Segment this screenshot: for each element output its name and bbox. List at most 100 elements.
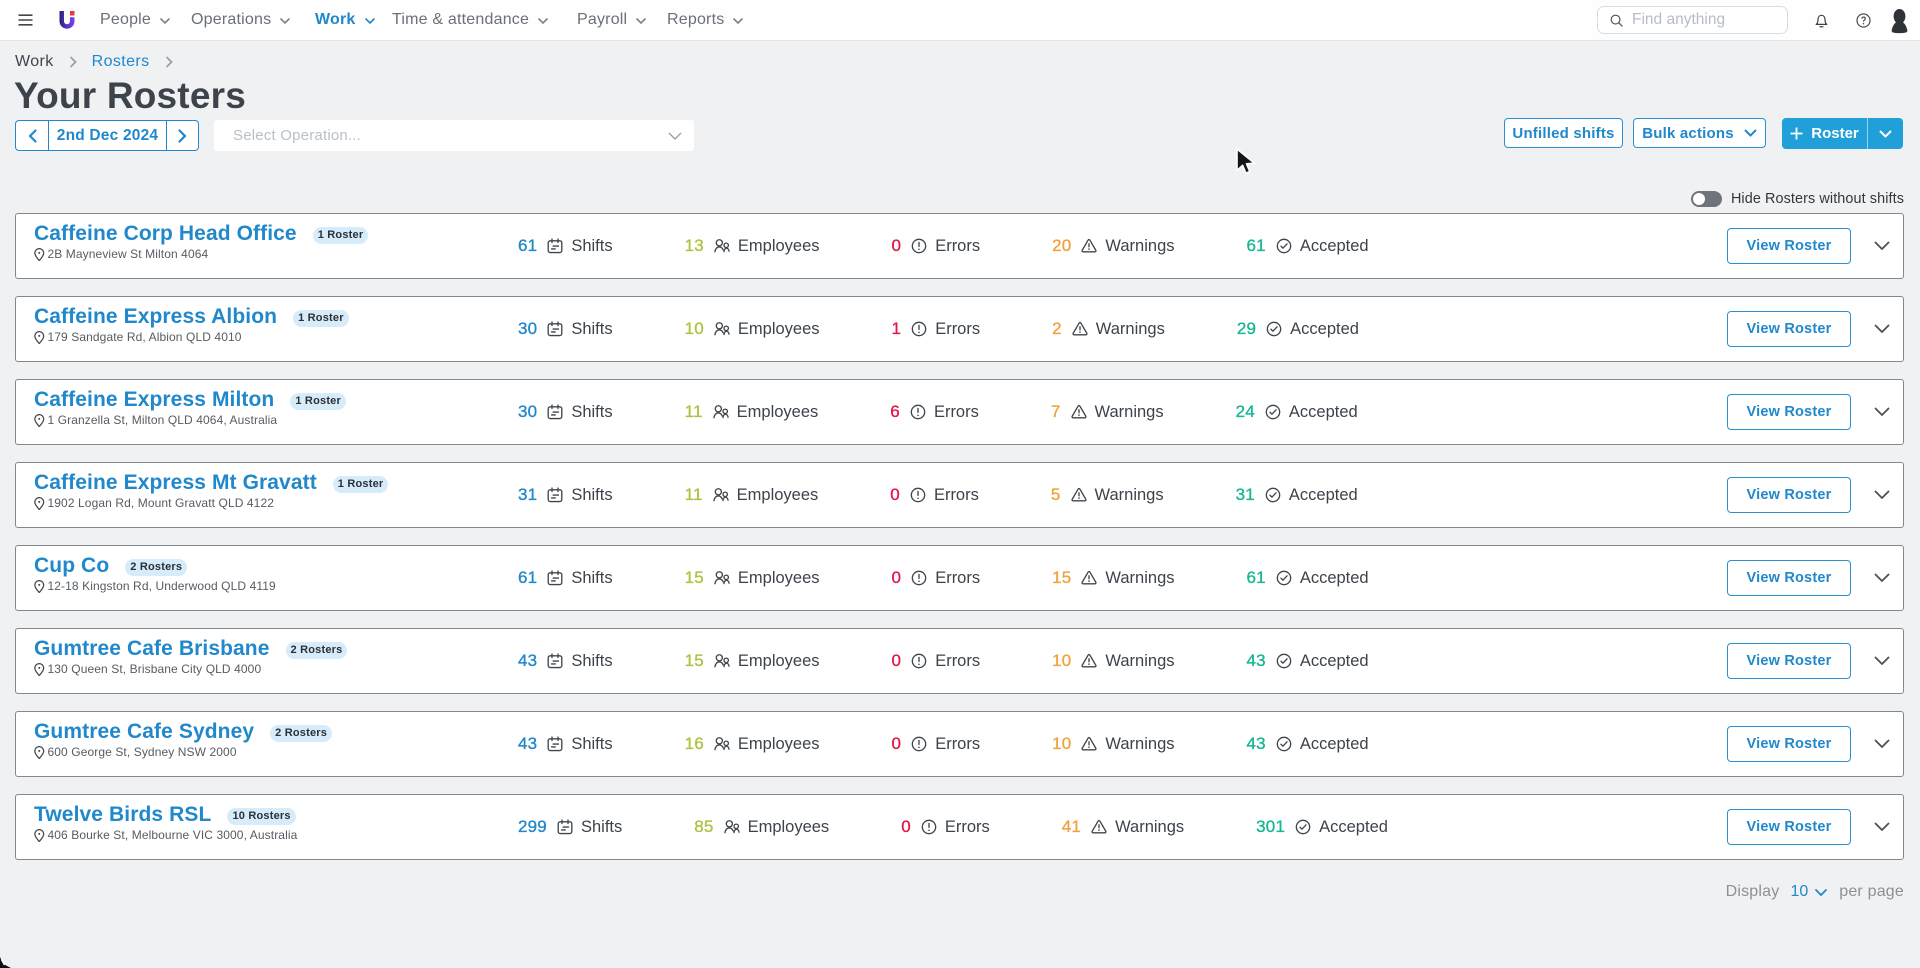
hide-rosters-toggle-label: Hide Rosters without shifts xyxy=(1731,191,1904,207)
card-expand-chevron-icon[interactable] xyxy=(1874,324,1890,334)
date-next-button[interactable] xyxy=(166,121,198,150)
nav-item-reports[interactable]: Reports xyxy=(667,0,743,40)
date-prev-button[interactable] xyxy=(16,121,49,150)
view-roster-button[interactable]: View Roster xyxy=(1727,228,1851,264)
nav-item-label: Operations xyxy=(191,11,271,29)
view-roster-button[interactable]: View Roster xyxy=(1727,643,1851,679)
errors-icon-box xyxy=(921,819,937,835)
stat-warnings: 41 Warnings xyxy=(1062,817,1184,837)
mouse-cursor xyxy=(1235,148,1256,177)
add-roster-button[interactable]: Roster xyxy=(1782,118,1868,149)
roster-card: Caffeine Express Milton 1 Roster 1 Granz… xyxy=(15,379,1904,445)
roster-name-link[interactable]: Caffeine Express Albion xyxy=(34,305,277,329)
accepted-icon-box xyxy=(1295,819,1311,835)
search-placeholder: Find anything xyxy=(1632,11,1725,29)
employees-icon-box xyxy=(714,238,730,254)
employees-count: 10 xyxy=(685,319,704,339)
employees-count: 15 xyxy=(685,651,704,671)
breadcrumb-work[interactable]: Work xyxy=(15,53,54,71)
roster-address-row: 12-18 Kingston Rd, Underwood QLD 4119 xyxy=(34,578,276,593)
accepted-icon-box xyxy=(1276,570,1292,586)
nav-item-work[interactable]: Work xyxy=(315,0,375,40)
chevron-down-icon xyxy=(733,18,743,24)
account-button[interactable] xyxy=(1891,0,1908,41)
errors-label: Errors xyxy=(935,569,980,588)
errors-label: Errors xyxy=(935,735,980,754)
page-size-value[interactable]: 10 xyxy=(1790,883,1808,901)
shifts-label: Shifts xyxy=(571,486,612,505)
roster-name-link[interactable]: Twelve Birds RSL xyxy=(34,803,211,827)
users-icon xyxy=(714,653,730,669)
stat-shifts: 61 Shifts xyxy=(518,236,613,256)
card-expand-chevron-icon[interactable] xyxy=(1874,241,1890,251)
roster-count-badge: 2 Rosters xyxy=(270,725,332,742)
operation-select[interactable]: Select Operation... xyxy=(214,120,694,151)
nav-item-time-attendance[interactable]: Time & attendance xyxy=(392,0,548,40)
roster-address: 1 Granzella St, Milton QLD 4064, Austral… xyxy=(48,413,278,427)
operation-select-placeholder: Select Operation... xyxy=(233,127,668,144)
chevron-down-icon xyxy=(365,18,375,24)
accepted-label: Accepted xyxy=(1289,403,1358,422)
hide-rosters-toggle[interactable] xyxy=(1691,191,1722,207)
roster-address: 1902 Logan Rd, Mount Gravatt QLD 4122 xyxy=(48,496,275,510)
roster-name-link[interactable]: Gumtree Cafe Brisbane xyxy=(34,637,270,661)
breadcrumb-rosters[interactable]: Rosters xyxy=(92,53,150,71)
nav-item-people[interactable]: People xyxy=(100,0,170,40)
help-button[interactable] xyxy=(1855,0,1872,41)
chevron-down-icon[interactable] xyxy=(1815,889,1827,896)
shifts-count: 61 xyxy=(518,568,537,588)
nav-item-operations[interactable]: Operations xyxy=(191,0,290,40)
page-title: Your Rosters xyxy=(14,74,246,118)
roster-stats: 43 Shifts 15 Employees 0 Errors 10 Warni… xyxy=(518,629,1369,693)
accepted-icon-box xyxy=(1276,653,1292,669)
add-roster-menu-button[interactable] xyxy=(1868,118,1903,149)
error-circle-icon xyxy=(911,736,927,752)
view-roster-button[interactable]: View Roster xyxy=(1727,809,1851,845)
card-expand-chevron-icon[interactable] xyxy=(1874,739,1890,749)
date-display[interactable]: 2nd Dec 2024 xyxy=(49,121,166,150)
warning-triangle-icon xyxy=(1081,736,1097,752)
roster-count-badge: 2 Rosters xyxy=(125,559,187,576)
accepted-count: 43 xyxy=(1247,734,1266,754)
view-roster-button[interactable]: View Roster xyxy=(1727,560,1851,596)
notifications-button[interactable] xyxy=(1813,0,1830,41)
roster-name-link[interactable]: Caffeine Express Mt Gravatt xyxy=(34,471,317,495)
roster-name-link[interactable]: Caffeine Corp Head Office xyxy=(34,222,297,246)
bulk-actions-button[interactable]: Bulk actions xyxy=(1633,118,1766,148)
card-expand-chevron-icon[interactable] xyxy=(1874,822,1890,832)
employees-icon-box xyxy=(714,653,730,669)
roster-address: 2B Mayneview St Milton 4064 xyxy=(48,247,209,261)
roster-name-link[interactable]: Cup Co xyxy=(34,554,109,578)
hamburger-menu-icon[interactable] xyxy=(18,14,33,26)
stat-accepted: 61 Accepted xyxy=(1247,568,1369,588)
view-roster-button[interactable]: View Roster xyxy=(1727,311,1851,347)
card-expand-chevron-icon[interactable] xyxy=(1874,490,1890,500)
roster-address: 179 Sandgate Rd, Albion QLD 4010 xyxy=(48,330,242,344)
card-expand-chevron-icon[interactable] xyxy=(1874,656,1890,666)
location-pin-icon xyxy=(34,331,45,344)
roster-name-link[interactable]: Caffeine Express Milton xyxy=(34,388,274,412)
errors-icon-box xyxy=(910,487,926,503)
app-logo[interactable] xyxy=(59,11,75,30)
global-search[interactable]: Find anything xyxy=(1597,6,1788,34)
errors-label: Errors xyxy=(945,818,990,837)
accepted-label: Accepted xyxy=(1300,569,1369,588)
chevron-right-icon xyxy=(178,129,187,143)
shifts-icon-box xyxy=(547,404,563,420)
roster-name-link[interactable]: Gumtree Cafe Sydney xyxy=(34,720,254,744)
nav-item-payroll[interactable]: Payroll xyxy=(577,0,646,40)
unfilled-shifts-button[interactable]: Unfilled shifts xyxy=(1504,118,1623,148)
accepted-icon-box xyxy=(1265,487,1281,503)
card-expand-chevron-icon[interactable] xyxy=(1874,407,1890,417)
view-roster-button[interactable]: View Roster xyxy=(1727,394,1851,430)
stat-warnings: 2 Warnings xyxy=(1052,319,1165,339)
card-expand-chevron-icon[interactable] xyxy=(1874,573,1890,583)
view-roster-button[interactable]: View Roster xyxy=(1727,477,1851,513)
nav-item-label: Time & attendance xyxy=(392,11,529,29)
shifts-icon-box xyxy=(547,653,563,669)
accepted-icon-box xyxy=(1265,404,1281,420)
view-roster-button[interactable]: View Roster xyxy=(1727,726,1851,762)
corner-artifact xyxy=(0,956,13,968)
display-label: Display xyxy=(1726,883,1780,901)
errors-icon-box xyxy=(911,653,927,669)
